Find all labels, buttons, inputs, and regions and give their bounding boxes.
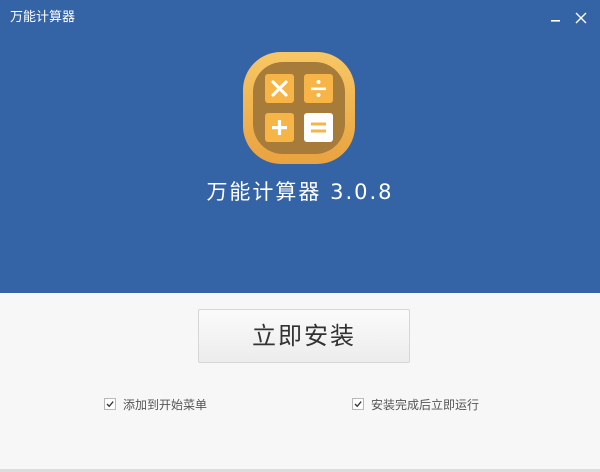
add-to-start-menu-option[interactable]: 添加到开始菜单 xyxy=(104,396,207,412)
close-icon xyxy=(575,12,587,24)
add-to-start-menu-checkbox[interactable] xyxy=(104,398,116,410)
run-after-install-label: 安装完成后立即运行 xyxy=(371,397,480,412)
run-after-install-option[interactable]: 安装完成后立即运行 xyxy=(352,396,479,412)
run-after-install-checkbox[interactable] xyxy=(352,398,364,410)
window-title: 万能计算器 xyxy=(10,10,76,25)
installer-window: 万能计算器 万能计算器 3.0.8 立即安装 添加到开始菜单 安装完成后立即运行 xyxy=(0,0,600,472)
add-to-start-menu-label: 添加到开始菜单 xyxy=(123,397,208,412)
minimize-button[interactable] xyxy=(544,6,568,30)
install-now-button[interactable]: 立即安装 xyxy=(198,309,410,363)
checkmark-icon xyxy=(354,401,362,408)
minimize-icon xyxy=(551,20,560,22)
checkmark-icon xyxy=(106,401,114,408)
close-button[interactable] xyxy=(569,6,593,30)
header-banner: 万能计算器 万能计算器 3.0.8 xyxy=(0,0,600,293)
calculator-app-icon xyxy=(243,52,355,164)
product-title: 万能计算器 3.0.8 xyxy=(206,180,394,204)
